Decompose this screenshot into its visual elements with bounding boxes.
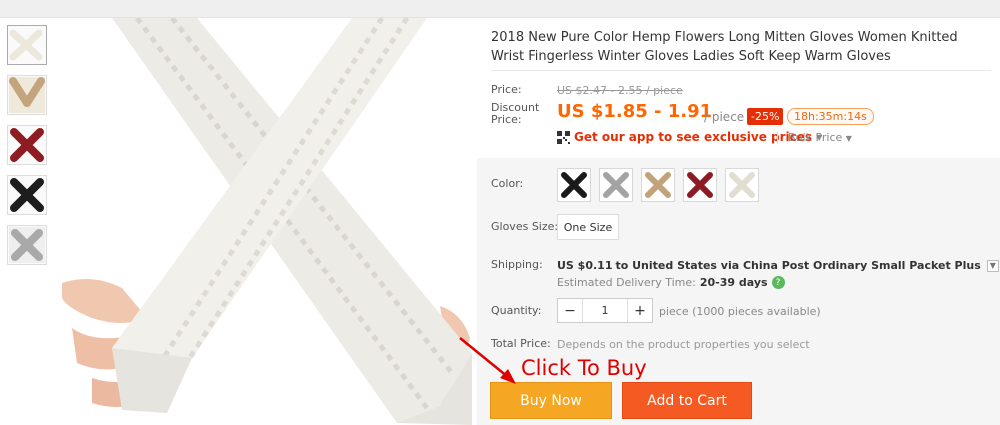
quantity-available: piece (1000 pieces available)	[659, 305, 821, 318]
discount-price-label: Discount Price:	[491, 101, 540, 126]
swatch-black[interactable]	[557, 168, 591, 202]
product-title: 2018 New Pure Color Hemp Flowers Long Mi…	[491, 30, 958, 64]
swatch-khaki[interactable]	[641, 168, 675, 202]
total-price-note: Depends on the product properties you se…	[557, 338, 810, 351]
total-price-label: Total Price:	[491, 337, 551, 350]
glove-icon	[687, 172, 713, 198]
countdown-timer: 18h:35m:14s	[787, 108, 874, 125]
color-label: Color:	[491, 177, 524, 190]
glove-icon	[603, 172, 629, 198]
qr-code-icon	[557, 130, 570, 144]
swatch-wine-red[interactable]	[683, 168, 717, 202]
click-to-buy-annotation: Click To Buy	[521, 356, 647, 380]
glove-icon	[561, 172, 587, 198]
glove-icon	[10, 128, 44, 162]
quantity-input[interactable]: 1	[582, 299, 628, 322]
price-unit: / piece	[704, 110, 745, 124]
quantity-plus-button[interactable]: +	[628, 299, 652, 322]
glove-icon	[10, 178, 44, 212]
quantity-label: Quantity:	[491, 304, 542, 317]
glove-icon	[9, 29, 43, 61]
thumbnail-khaki[interactable]	[7, 75, 47, 115]
glove-icon	[9, 77, 45, 113]
glove-icon	[729, 172, 755, 198]
thumbnail-list	[7, 25, 47, 275]
thumbnail-wine-red[interactable]	[7, 125, 47, 165]
price-label: Price:	[491, 83, 522, 96]
bulk-price-text: Bulk Price	[788, 131, 843, 144]
swatch-beige[interactable]	[725, 168, 759, 202]
delivery-estimate: Estimated Delivery Time: 20-39 days ?	[557, 276, 785, 289]
size-option-one-size[interactable]: One Size	[557, 214, 619, 240]
thumbnail-beige[interactable]	[7, 25, 47, 65]
gloves-image	[62, 18, 472, 425]
buy-now-button[interactable]: Buy Now	[490, 382, 612, 419]
product-info-panel: 2018 New Pure Color Hemp Flowers Long Mi…	[475, 18, 1000, 425]
divider	[491, 70, 991, 71]
swatch-gray[interactable]	[599, 168, 633, 202]
add-to-cart-button[interactable]: Add to Cart	[622, 382, 752, 419]
shipping-method[interactable]: US $0.11 to United States via China Post…	[557, 259, 999, 272]
caret-down-icon: ▼	[845, 134, 852, 143]
shipping-label: Shipping:	[491, 258, 543, 271]
color-swatches	[557, 168, 759, 202]
shipping-destination: to United States via China Post Ordinary…	[615, 259, 981, 272]
help-icon[interactable]: ?	[771, 276, 785, 289]
chevron-down-icon[interactable]: ▼	[986, 259, 999, 272]
glove-icon	[9, 227, 45, 263]
top-bar	[0, 0, 1000, 18]
discount-price: US $1.85 - 1.91	[557, 101, 713, 122]
estimate-label: Estimated Delivery Time:	[557, 276, 696, 289]
glove-icon	[645, 172, 671, 198]
bulk-price-dropdown[interactable]: Bulk Price ▼	[777, 131, 852, 144]
quantity-stepper: − 1 +	[557, 298, 653, 323]
thumbnail-black[interactable]	[7, 175, 47, 215]
quantity-minus-button[interactable]: −	[558, 299, 582, 322]
product-main-image	[52, 18, 474, 425]
original-price: US $2.47 - 2.55 / piece	[557, 84, 683, 97]
shipping-cost: US $0.11	[557, 259, 613, 272]
estimate-value: 20-39 days	[699, 276, 768, 289]
discount-badge: -25%	[747, 108, 784, 125]
size-label: Gloves Size:	[491, 220, 559, 233]
thumbnail-gray[interactable]	[7, 225, 47, 265]
